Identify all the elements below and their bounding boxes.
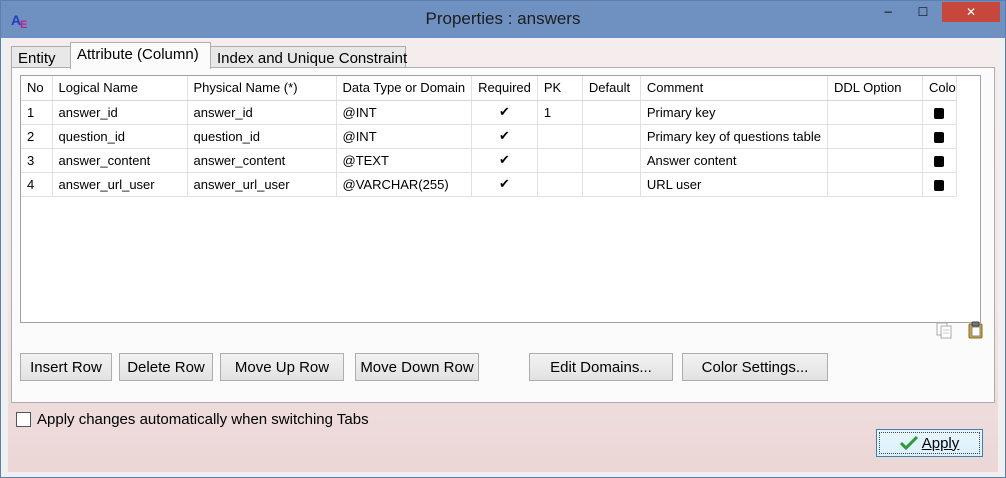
table-row[interactable]: 3 answer_content answer_content @TEXT ✔ … [21,148,957,173]
cell-default[interactable] [582,124,641,149]
cell-logical-name[interactable]: answer_content [52,148,188,173]
cell-no[interactable]: 3 [21,148,53,173]
apply-button[interactable]: Apply [876,429,983,457]
cell-physical-name[interactable]: answer_url_user [187,172,337,197]
cell-logical-name[interactable]: answer_url_user [52,172,188,197]
table-row[interactable]: 1 answer_id answer_id @INT ✔ 1 Primary k… [21,100,957,125]
color-swatch [934,107,945,119]
cell-data-type[interactable]: @INT [336,124,473,149]
cell-data-type[interactable]: @TEXT [336,148,473,173]
color-swatch [934,179,945,191]
dialog-body: Entity Attribute (Column) Index and Uniq… [8,38,998,472]
cell-required-check[interactable]: ✔ [471,124,538,149]
copy-icon[interactable] [935,321,953,339]
color-swatch [934,131,945,143]
insert-row-button[interactable]: Insert Row [20,353,112,381]
table-row[interactable]: 2 question_id question_id @INT ✔ Primary… [21,124,957,149]
apply-label: Apply [921,434,960,452]
cell-comment[interactable]: Primary key [640,100,829,125]
cell-physical-name[interactable]: answer_id [187,100,337,125]
minimize-button[interactable]: − [871,2,905,22]
paste-icon[interactable] [967,321,985,339]
cell-ddl-option[interactable] [827,172,924,197]
col-header-required[interactable]: Required [471,76,538,101]
col-header-pk[interactable]: PK [537,76,583,101]
col-header-no[interactable]: No [21,76,53,101]
attribute-table: No Logical Name Physical Name (*) Data T… [21,76,957,197]
cell-default[interactable] [582,172,641,197]
window-title: Properties : answers [425,9,581,28]
color-settings-button[interactable]: Color Settings... [682,353,828,381]
cell-comment[interactable]: Answer content [640,148,829,173]
tab-attribute-column[interactable]: Attribute (Column) [70,42,211,69]
cell-color[interactable] [922,124,957,149]
tab-entity[interactable]: Entity [11,46,71,68]
attribute-panel: No Logical Name Physical Name (*) Data T… [11,67,995,403]
cell-data-type[interactable]: @INT [336,100,473,125]
cell-pk[interactable] [537,148,583,173]
move-down-row-button[interactable]: Move Down Row [355,353,479,381]
auto-apply-option[interactable]: Apply changes automatically when switchi… [16,411,369,428]
cell-no[interactable]: 2 [21,124,53,149]
auto-apply-checkbox[interactable] [16,412,31,427]
cell-color[interactable] [922,100,957,125]
cell-comment[interactable]: URL user [640,172,829,197]
table-header-row: No Logical Name Physical Name (*) Data T… [21,76,957,101]
cell-logical-name[interactable]: answer_id [52,100,188,125]
cell-default[interactable] [582,100,641,125]
cell-color[interactable] [922,148,957,173]
auto-apply-label: Apply changes automatically when switchi… [37,411,369,428]
move-up-row-button[interactable]: Move Up Row [220,353,344,381]
cell-color[interactable] [922,172,957,197]
col-header-default[interactable]: Default [582,76,641,101]
col-header-color[interactable]: Colo [922,76,957,101]
cell-no[interactable]: 4 [21,172,53,197]
col-header-comment[interactable]: Comment [640,76,829,101]
cell-ddl-option[interactable] [827,148,924,173]
cell-required-check[interactable]: ✔ [471,100,538,125]
cell-logical-name[interactable]: question_id [52,124,188,149]
cell-data-type[interactable]: @VARCHAR(255) [336,172,473,197]
cell-physical-name[interactable]: question_id [187,124,337,149]
cell-pk[interactable] [537,172,583,197]
properties-window: A E Properties : answers − ☐ ✕ Entity At… [0,0,1006,478]
col-header-logical-name[interactable]: Logical Name [52,76,188,101]
color-swatch [934,155,945,167]
edit-domains-button[interactable]: Edit Domains... [529,353,673,381]
title-bar[interactable]: A E Properties : answers − ☐ ✕ [1,1,1005,38]
maximize-button[interactable]: ☐ [906,2,940,22]
cell-ddl-option[interactable] [827,100,924,125]
table-row[interactable]: 4 answer_url_user answer_url_user @VARCH… [21,172,957,197]
delete-row-button[interactable]: Delete Row [119,353,213,381]
col-header-physical-name[interactable]: Physical Name (*) [187,76,337,101]
attribute-grid[interactable]: No Logical Name Physical Name (*) Data T… [20,75,981,323]
cell-required-check[interactable]: ✔ [471,148,538,173]
cell-default[interactable] [582,148,641,173]
close-button[interactable]: ✕ [942,2,1000,22]
tab-index-unique-constraint[interactable]: Index and Unique Constraint [210,46,407,68]
cell-comment[interactable]: Primary key of questions table [640,124,829,149]
col-header-data-type[interactable]: Data Type or Domain [336,76,473,101]
check-icon [899,436,918,450]
cell-ddl-option[interactable] [827,124,924,149]
cell-required-check[interactable]: ✔ [471,172,538,197]
cell-no[interactable]: 1 [21,100,53,125]
cell-physical-name[interactable]: answer_content [187,148,337,173]
cell-pk[interactable] [537,124,583,149]
col-header-ddl-option[interactable]: DDL Option [827,76,924,101]
cell-pk[interactable]: 1 [537,100,583,125]
